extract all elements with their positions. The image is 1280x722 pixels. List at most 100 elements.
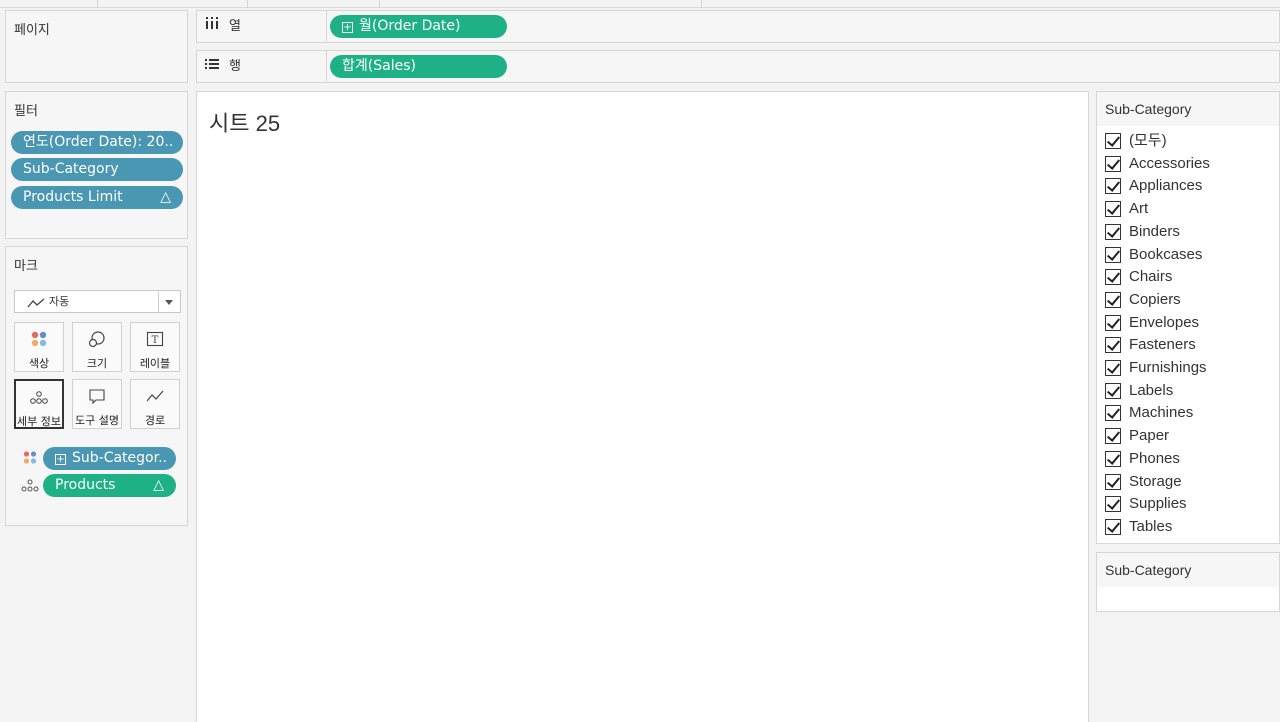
sub-category-filter-card: Sub-Category (모두) Accessories Appliances Ar…	[1096, 91, 1280, 544]
tooltip-bubble-icon	[73, 387, 121, 407]
filter-pill-label: 연도(Order Date): 20..	[23, 134, 174, 150]
delta-icon: △	[160, 189, 171, 205]
checkbox-label: Chairs	[1129, 268, 1173, 286]
checkbox-label: Tables	[1129, 517, 1173, 535]
size-circles-icon	[73, 330, 121, 350]
filters-title: 필터	[14, 104, 38, 119]
checkbox-checked[interactable]	[1105, 518, 1121, 535]
sub-category-legend-title: Sub-Category	[1097, 553, 1279, 587]
checkbox-label: Accessories	[1129, 154, 1210, 172]
checkbox-label: Supplies	[1129, 495, 1187, 513]
checkbox-checked[interactable]	[1105, 473, 1121, 490]
detail-button-label: 세부 정보	[17, 415, 61, 428]
detail-button[interactable]: 세부 정보	[14, 379, 64, 429]
pages-card[interactable]: 페이지	[5, 10, 188, 83]
color-dots-icon	[22, 450, 38, 470]
checkbox-checked[interactable]	[1105, 450, 1121, 467]
chevron-down-icon[interactable]	[158, 291, 180, 312]
checkbox-label: Machines	[1129, 404, 1194, 422]
checkbox-label: Storage	[1129, 472, 1182, 490]
checkbox-checked[interactable]	[1105, 223, 1121, 240]
size-button[interactable]: 크기	[72, 322, 122, 372]
checkbox-label: (모두)	[1129, 132, 1167, 149]
expand-plus-icon[interactable]: +	[55, 454, 66, 465]
sub-category-legend-card: Sub-Category	[1096, 552, 1280, 612]
checkbox-label: Bookcases	[1129, 245, 1203, 263]
checkbox-label: Furnishings	[1129, 359, 1207, 376]
checkbox-checked[interactable]	[1105, 337, 1121, 354]
columns-shelf-label: 열	[229, 19, 241, 34]
mark-type-dropdown[interactable]: 자동	[14, 290, 181, 313]
mark-field-label: Sub-Categor..	[72, 450, 167, 466]
label-button-label: 레이블	[139, 357, 171, 370]
checkbox-checked[interactable]	[1105, 382, 1121, 399]
detail-dots-icon	[21, 478, 39, 497]
checkbox-label: Envelopes	[1129, 313, 1200, 331]
checkbox-checked[interactable]	[1105, 314, 1121, 331]
columns-pill-label: 월(Order Date)	[359, 18, 461, 34]
checkbox-checked[interactable]	[1105, 496, 1121, 513]
checkbox-checked[interactable]	[1105, 269, 1121, 286]
tooltip-button-label: 도구 설명	[75, 414, 119, 427]
checkbox-checked[interactable]	[1105, 360, 1121, 376]
checkbox-checked[interactable]	[1105, 246, 1121, 263]
columns-pill-month-order-date[interactable]: + 월(Order Date)	[330, 15, 507, 38]
checkbox-checked[interactable]	[1105, 155, 1121, 172]
checkbox-checked[interactable]	[1105, 428, 1121, 445]
delta-icon: △	[153, 477, 164, 493]
color-button[interactable]: 색상	[14, 322, 64, 372]
filter-pill-label: Products Limit	[23, 189, 123, 205]
checkbox-label: Copiers	[1129, 290, 1181, 308]
rows-icon	[205, 51, 223, 82]
svg-text:T: T	[152, 335, 159, 346]
filters-card[interactable]: 필터 연도(Order Date): 20.. Sub-Category Pro…	[5, 91, 188, 239]
path-button-label: 경로	[144, 414, 166, 427]
checkbox-label: Art	[1129, 200, 1149, 218]
top-toolbar-strip	[0, 0, 1280, 8]
filter-pill-order-date-year[interactable]: 연도(Order Date): 20..	[11, 131, 183, 154]
mark-field-products[interactable]: Products △	[43, 474, 176, 497]
checkbox-label: Labels	[1129, 381, 1174, 399]
text-label-icon: T	[131, 330, 179, 350]
checkbox-checked[interactable]	[1105, 178, 1121, 195]
path-button[interactable]: 경로	[130, 379, 180, 429]
filter-pill-label: Sub-Category	[23, 161, 119, 177]
mark-field-sub-category[interactable]: + Sub-Categor..	[43, 447, 176, 470]
checkbox-label: Phones	[1129, 449, 1180, 467]
checkbox-checked[interactable]	[1105, 405, 1121, 422]
rows-shelf[interactable]: 행 합계(Sales)	[196, 50, 1280, 83]
marks-title: 마크	[14, 259, 38, 274]
color-button-label: 색상	[28, 357, 50, 370]
mark-field-label: Products	[55, 477, 116, 493]
columns-shelf-label-area: 열	[197, 11, 327, 42]
expand-plus-icon[interactable]: +	[342, 22, 353, 33]
line-chart-icon	[27, 295, 45, 316]
sheet-title[interactable]: 시트 25	[209, 106, 280, 138]
marks-card: 마크 자동 색상 크기 T 레이블 세부 정보 도구 설명 경로 + Sub-C…	[5, 246, 188, 526]
rows-shelf-label: 행	[229, 59, 241, 74]
detail-dots-icon	[16, 388, 62, 408]
checkbox-label: Fasteners	[1129, 336, 1196, 354]
checkbox-label: Appliances	[1129, 177, 1203, 195]
view-canvas[interactable]: 시트 25	[196, 91, 1089, 722]
sub-category-filter-title: Sub-Category	[1097, 92, 1279, 126]
columns-shelf[interactable]: 열 + 월(Order Date)	[196, 10, 1280, 43]
rows-pill-sum-sales[interactable]: 합계(Sales)	[330, 55, 507, 78]
mark-type-label: 자동	[49, 295, 70, 308]
rows-pill-label: 합계(Sales)	[342, 58, 416, 74]
filter-pill-sub-category[interactable]: Sub-Category	[11, 158, 183, 181]
columns-icon	[205, 11, 223, 42]
checkbox-label: Paper	[1129, 427, 1170, 445]
rows-shelf-label-area: 행	[197, 51, 327, 82]
checkbox-checked[interactable]	[1105, 133, 1121, 149]
color-dots-icon	[15, 330, 63, 350]
tooltip-button[interactable]: 도구 설명	[72, 379, 122, 429]
checkbox-checked[interactable]	[1105, 291, 1121, 308]
checkbox-checked[interactable]	[1105, 201, 1121, 218]
pages-title: 페이지	[14, 23, 50, 38]
filter-pill-products-limit[interactable]: Products Limit △	[11, 186, 183, 209]
label-button[interactable]: T 레이블	[130, 322, 180, 372]
path-line-icon	[131, 387, 179, 407]
checkbox-label: Binders	[1129, 222, 1180, 240]
size-button-label: 크기	[86, 357, 108, 370]
